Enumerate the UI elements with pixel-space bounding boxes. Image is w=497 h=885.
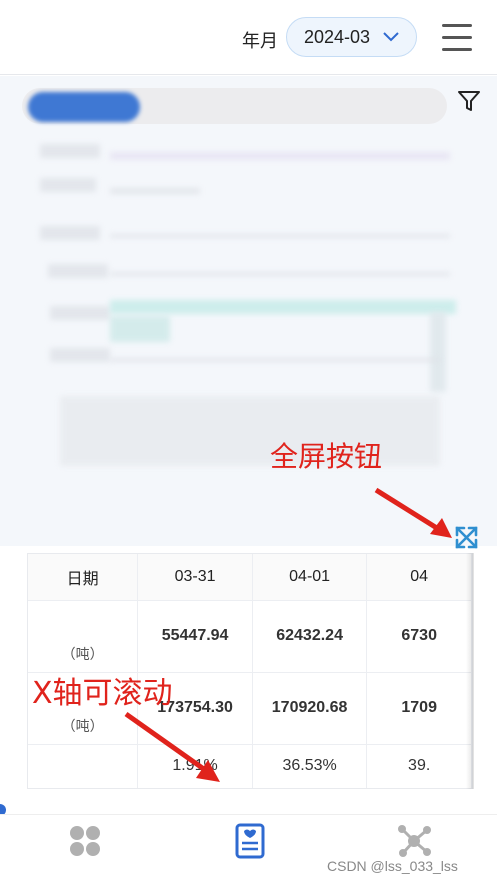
- table-cell: 36.53%: [252, 744, 368, 788]
- table-header-cell: 03-31: [137, 554, 253, 601]
- table-cell: 39.: [366, 744, 472, 788]
- top-header: 年月 2024-03: [0, 0, 497, 75]
- hamburger-menu-icon[interactable]: [442, 24, 472, 52]
- table-row: （吨） 55447.94 62432.24 6730: [28, 600, 472, 673]
- row-label: [28, 744, 139, 788]
- table-row: 1.91% 36.53% 39.: [28, 744, 472, 788]
- watermark-text: CSDN @lss_033_lss: [327, 858, 458, 874]
- table-cell: 1709: [366, 672, 472, 745]
- table-cell: 62432.24: [252, 600, 368, 673]
- table-header-cell: 04-01: [252, 554, 368, 601]
- table-cell: 1.91%: [137, 744, 253, 788]
- x-scroll-annotation: X轴可滚动: [32, 676, 173, 711]
- fullscreen-icon[interactable]: [453, 524, 480, 551]
- table-cell: 55447.94: [137, 600, 253, 673]
- chevron-down-icon: [383, 32, 399, 42]
- nav-clover-icon[interactable]: [65, 821, 105, 861]
- obscured-content: [0, 76, 497, 546]
- month-select[interactable]: 2024-03: [286, 17, 417, 57]
- table-header-cell: 日期: [28, 554, 139, 601]
- table-cell: 170920.68: [252, 672, 368, 745]
- horizontal-scroll-shadow: [466, 553, 474, 789]
- table-header-cell: 04: [366, 554, 472, 601]
- obscured-tag: [28, 92, 140, 122]
- month-select-value: 2024-03: [304, 26, 371, 47]
- nav-network-icon[interactable]: [394, 821, 434, 861]
- filter-icon[interactable]: [457, 89, 481, 113]
- row-label: （吨）: [28, 600, 139, 673]
- table-cell: 6730: [366, 600, 472, 673]
- bottom-navigation: [0, 814, 497, 885]
- year-month-label: 年月: [242, 31, 278, 52]
- fullscreen-annotation: 全屏按钮: [270, 440, 383, 473]
- nav-report-icon[interactable]: [230, 821, 270, 861]
